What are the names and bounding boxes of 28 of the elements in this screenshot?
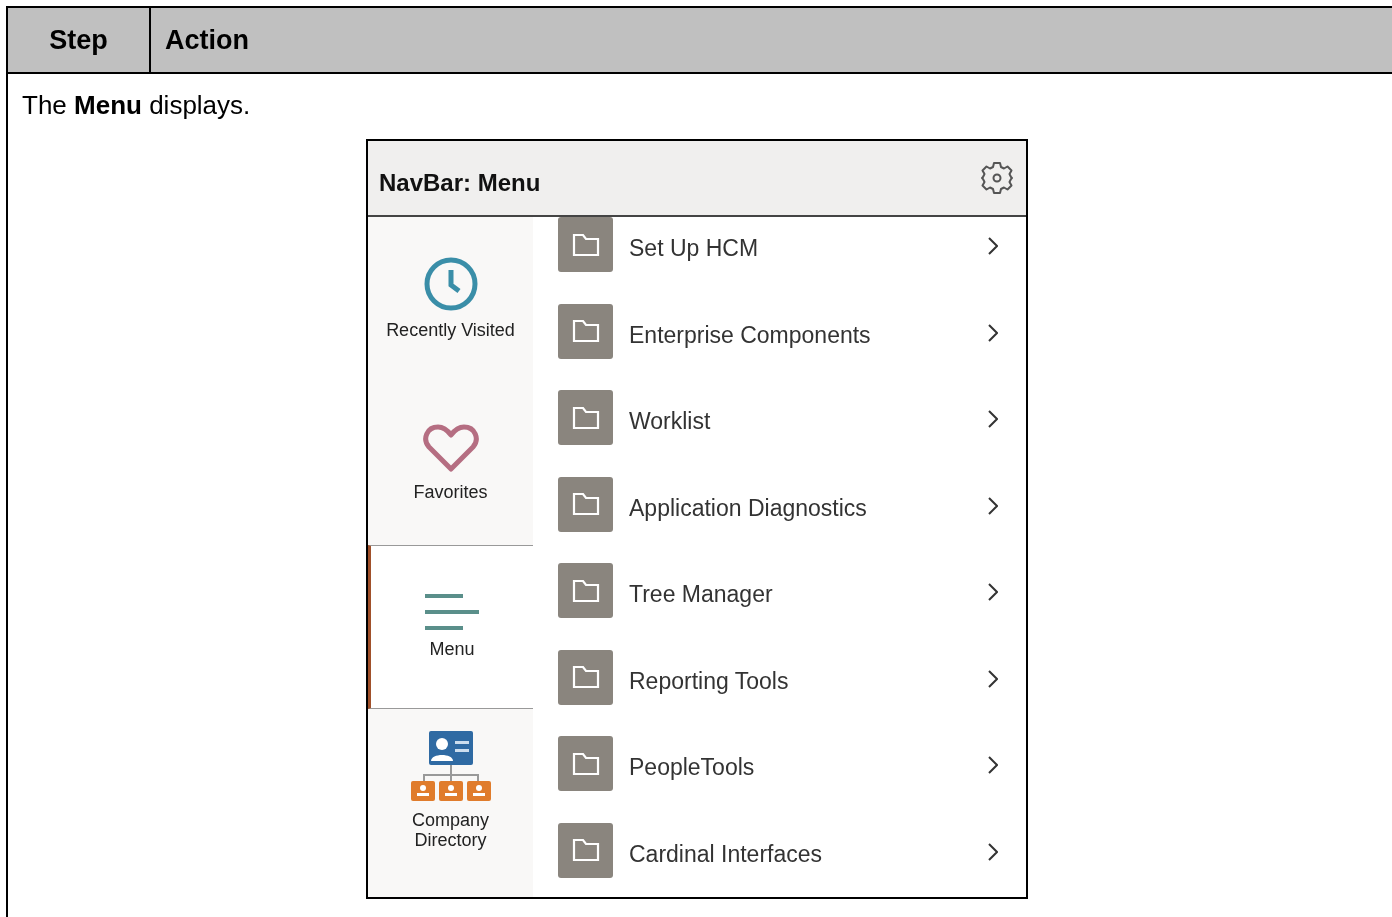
chevron-right-icon (988, 496, 998, 515)
folder-icon (558, 736, 613, 792)
settings-icon[interactable] (980, 161, 1014, 196)
folder-icon (558, 303, 613, 359)
folder-icon (558, 822, 613, 878)
chevron-right-icon (988, 323, 998, 342)
chevron-right-icon (988, 237, 998, 256)
navbar-tab[interactable]: Company Directory (368, 709, 533, 874)
chevron-right-icon (988, 756, 998, 775)
folder-icon (558, 390, 613, 446)
folder-icon (558, 476, 613, 532)
column-header: Action (164, 23, 249, 57)
column-header: Step (8, 8, 151, 72)
org-chart-icon (410, 731, 491, 802)
navbar-tab[interactable]: Recently Visited (368, 217, 533, 382)
folder-icon (558, 563, 613, 619)
chevron-right-icon (988, 410, 998, 429)
clock-icon (423, 257, 478, 312)
menu-icon (425, 594, 479, 631)
instruction-text: The Menu displays. (21, 89, 252, 122)
chevron-right-icon (988, 583, 998, 602)
heart-icon (422, 423, 479, 474)
panel-title: NavBar: Menu (379, 168, 541, 199)
chevron-right-icon (988, 669, 998, 688)
folder-icon (558, 649, 613, 705)
navbar-tab[interactable]: Menu (368, 545, 533, 710)
navbar-tab[interactable]: Favorites (368, 381, 533, 546)
chevron-right-icon (988, 842, 998, 861)
